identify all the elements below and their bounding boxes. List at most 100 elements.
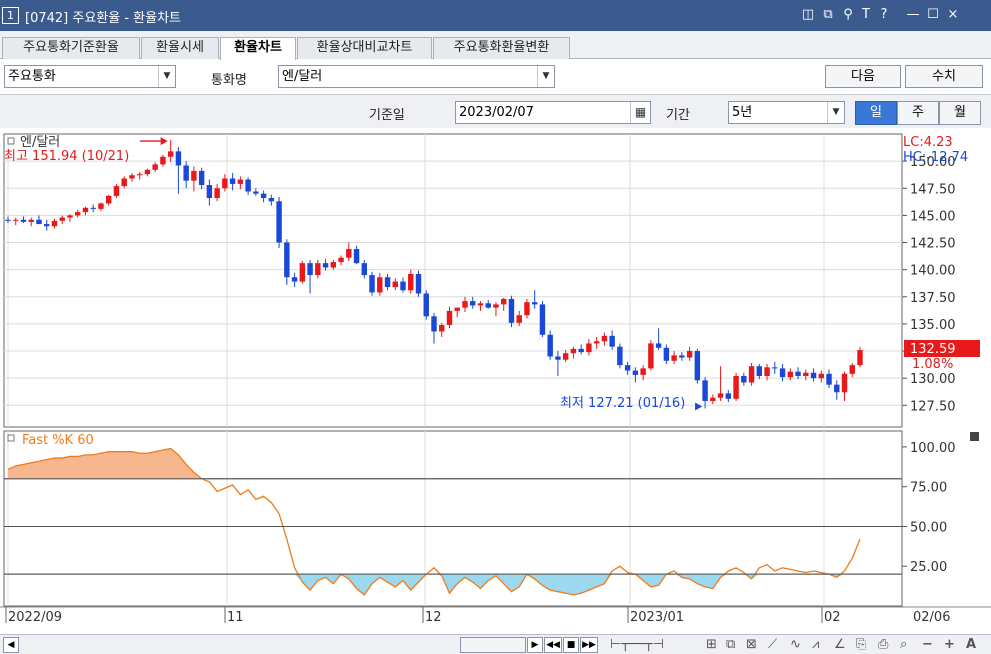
candle-body [377,277,383,293]
candle-body [105,195,112,204]
candle-body [834,384,840,393]
base-date-value: 2023/02/07 [459,105,534,120]
zigzag-icon[interactable]: ⩘ [812,636,819,654]
candle-body [415,273,422,294]
window-icon[interactable]: ⧉ [726,636,735,654]
scroll-left-icon[interactable]: ◀ [3,637,19,653]
candle-body [772,367,778,369]
period-select[interactable]: 5년 ▼ [728,101,845,124]
pin-icon[interactable]: ⚲ [840,6,856,24]
candle-body [160,156,166,165]
candle-body [384,277,391,288]
candle-body [570,348,577,354]
fastk-tick-label: 50.00 [910,520,947,535]
wave-icon[interactable]: ∿ [790,636,801,654]
price-tick-label: 147.50 [910,182,956,197]
search-icon[interactable]: ⌕ [900,636,907,654]
help-icon[interactable]: ? [876,6,892,24]
zoom-in-icon[interactable]: + [944,636,955,654]
tab-major-currency-rate[interactable]: 주요통화기준환율 [2,37,140,59]
zoom-out-icon[interactable]: − [922,636,933,654]
candle-body [28,219,34,222]
period-daily-button[interactable]: 일 [855,101,897,125]
candle-body [346,249,352,258]
candle-body [253,191,259,194]
x-tick-label: 2023/01 [630,610,684,625]
candle-body [74,212,81,216]
copy-icon[interactable]: ⧉ [820,6,836,24]
close-icon[interactable]: × [945,6,961,24]
tab-rate-chart[interactable]: 환율차트 [220,37,296,60]
candle-body [547,334,553,357]
layout-icon[interactable]: ⊞ [706,636,717,654]
candle-body [408,273,414,291]
candle-body [679,355,685,358]
base-date-input[interactable]: 2023/02/07 ▦ [455,101,651,124]
currency-group-select[interactable]: 주요통화 ▼ [4,65,176,88]
period-weekly-button[interactable]: 주 [897,101,939,125]
candle-body [795,371,801,376]
chevron-down-icon[interactable]: ▼ [827,102,844,123]
maximize-icon[interactable]: ☐ [925,6,941,24]
candle-body [113,186,120,196]
rewind-icon[interactable]: ◀◀ [544,637,562,653]
candle-body [508,298,515,323]
window-title: [0742] 주요환율 - 환율차트 [25,11,181,26]
trendline-icon[interactable]: ⟋ [768,636,777,654]
font-icon[interactable]: T [858,6,874,24]
play-icon[interactable]: ▶ [527,637,543,653]
candle-body [167,151,174,157]
candle-body [539,304,546,335]
period-monthly-button[interactable]: 월 [939,101,981,125]
base-date-label: 기준일 [369,108,405,123]
tab-rate-quote[interactable]: 환율시세 [141,37,219,59]
candle-body [531,302,538,305]
candle-body [5,219,11,221]
price-panel-title: 엔/달러 [20,135,60,150]
font-size-icon[interactable]: A [966,636,976,654]
x-tick-label: 11 [227,610,244,625]
next-button[interactable]: 다음 [825,65,901,88]
candle-body [82,207,89,213]
save-icon[interactable]: ⎘ [856,636,866,654]
candle-body [803,372,809,376]
calendar-icon[interactable]: ▦ [630,102,650,123]
fastk-tick-label: 75.00 [910,481,947,496]
candle-body [315,263,321,276]
chevron-down-icon[interactable]: ▼ [537,66,554,87]
currency-name-select[interactable]: 엔/달러 ▼ [278,65,555,88]
chart-area[interactable]: 150.00 147.50 145.00 142.50 140.00 137.50 135.… [0,129,991,635]
currency-controls: 주요통화 ▼ 통화명 엔/달러 ▼ 다음 수치 [0,60,991,93]
candle-body [361,263,368,276]
candle-body [632,370,639,375]
candle-body [59,217,65,221]
print-icon[interactable]: ⎙ [878,636,888,654]
candle-body [756,366,763,376]
zoom-slider-icon[interactable]: ⊢┬──┬⊣ [610,636,664,654]
candle-body [717,393,724,398]
tab-relative-chart[interactable]: 환율상대비교차트 [297,37,432,59]
window-number: 1 [2,7,19,24]
price-tick-label: 130.00 [910,372,956,387]
tab-bar: 주요통화기준환율 환율시세 환율차트 환율상대비교차트 주요통화환율변환 [0,31,991,60]
chevron-down-icon[interactable]: ▼ [158,66,175,87]
candle-body [245,179,251,192]
candle-body [152,164,158,170]
candle-body [733,375,739,399]
measure-icon[interactable]: ⊠ [746,636,757,654]
restore-icon[interactable]: ◫ [800,6,816,24]
candle-body [291,277,298,282]
scroll-thumb[interactable] [460,637,526,653]
stop-icon[interactable]: ■ [563,637,579,653]
angle-icon[interactable]: ∠ [834,636,846,654]
minimize-icon[interactable]: — [905,6,921,24]
chart-svg[interactable]: 150.00147.50145.00142.50140.00137.50135.… [0,129,991,635]
values-button[interactable]: 수치 [905,65,983,88]
candle-body [268,198,275,202]
candle-body [810,372,817,379]
fast-forward-icon[interactable]: ▶▶ [580,637,598,653]
candle-body [284,242,290,278]
tab-rate-converter[interactable]: 주요통화환율변환 [433,37,570,59]
candle-body [191,170,197,181]
panel-close-icon[interactable] [970,432,979,441]
